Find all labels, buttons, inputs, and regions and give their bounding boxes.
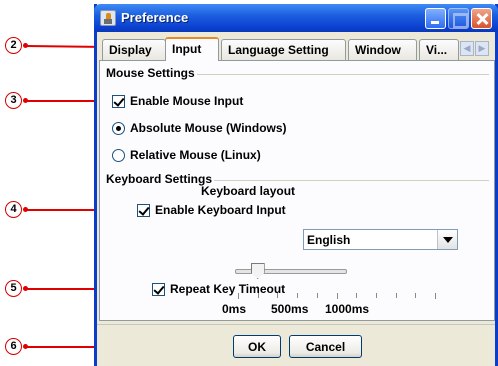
absolute-mouse-label: Absolute Mouse (Windows) (130, 121, 287, 135)
relative-mouse-radio[interactable]: Relative Mouse (Linux) (112, 148, 261, 162)
repeat-key-timeout-checkbox[interactable]: Repeat Key Timeout (152, 282, 285, 296)
tab-language-setting[interactable]: Language Setting (221, 39, 346, 60)
slider-tick (395, 293, 397, 298)
callout-6: 6 (5, 338, 22, 355)
app-icon (100, 10, 116, 26)
keyboard-settings-header: Keyboard Settings (104, 172, 215, 186)
enable-mouse-input-box[interactable] (112, 94, 125, 108)
absolute-mouse-radio-button[interactable] (112, 121, 125, 135)
callout-5: 5 (5, 280, 22, 297)
chevron-down-icon[interactable] (437, 230, 457, 249)
keyboard-layout-select[interactable]: English (303, 229, 458, 250)
callout-3: 3 (5, 92, 22, 109)
slider-tick (435, 293, 436, 299)
slider-tick (238, 293, 239, 299)
callout-3-arrow (26, 95, 106, 107)
slider-tick (356, 293, 358, 298)
slider-label-1000ms: 1000ms (325, 302, 370, 316)
repeat-key-timeout-label: Repeat Key Timeout (170, 282, 286, 296)
slider-label-0ms: 0ms (222, 302, 247, 316)
keyboard-layout-label: Keyboard layout (201, 183, 296, 198)
slider-tick (257, 293, 259, 298)
ok-button[interactable]: OK (233, 335, 281, 358)
keyboard-layout-value: English (307, 232, 351, 247)
title-bar[interactable]: Preference (94, 4, 498, 32)
window-title: Preference (121, 10, 189, 25)
tab-window[interactable]: Window (348, 39, 417, 60)
minimize-button[interactable] (425, 8, 446, 29)
absolute-mouse-radio[interactable]: Absolute Mouse (Windows) (112, 121, 287, 135)
enable-keyboard-input-label: Enable Keyboard Input (155, 203, 286, 217)
tab-display[interactable]: Display (102, 39, 166, 60)
slider-tick (375, 293, 377, 298)
tab-scroll-right-icon[interactable]: ▶ (475, 41, 489, 56)
slider-label-500ms: 500ms (271, 302, 309, 316)
enable-mouse-input-label: Enable Mouse Input (130, 94, 244, 108)
slider-tick (277, 293, 279, 298)
enable-keyboard-input-box[interactable] (137, 203, 150, 217)
callout-4: 4 (5, 201, 22, 218)
slider-tick (316, 293, 318, 298)
tab-scroll-left-icon[interactable]: ◀ (460, 41, 474, 56)
callout-2: 2 (5, 37, 22, 54)
mouse-settings-header: Mouse Settings (104, 66, 197, 80)
cancel-button[interactable]: Cancel (289, 335, 362, 358)
tab-video[interactable]: Vi... (419, 39, 459, 60)
maximize-button[interactable] (448, 8, 469, 29)
slider-tick (297, 293, 299, 298)
tab-strip: Display Input Language Setting Window Vi… (99, 37, 495, 61)
slider-tick (336, 293, 338, 299)
close-button[interactable] (471, 8, 492, 29)
relative-mouse-radio-button[interactable] (112, 148, 125, 162)
tab-input[interactable]: Input (165, 37, 219, 61)
enable-keyboard-input-checkbox[interactable]: Enable Keyboard Input (137, 203, 286, 217)
enable-mouse-input-checkbox[interactable]: Enable Mouse Input (112, 94, 243, 108)
relative-mouse-label: Relative Mouse (Linux) (130, 148, 261, 162)
preference-window: Preference Display Input Language Settin… (94, 4, 498, 366)
repeat-key-timeout-box[interactable] (152, 282, 165, 296)
slider-tick (415, 293, 417, 298)
